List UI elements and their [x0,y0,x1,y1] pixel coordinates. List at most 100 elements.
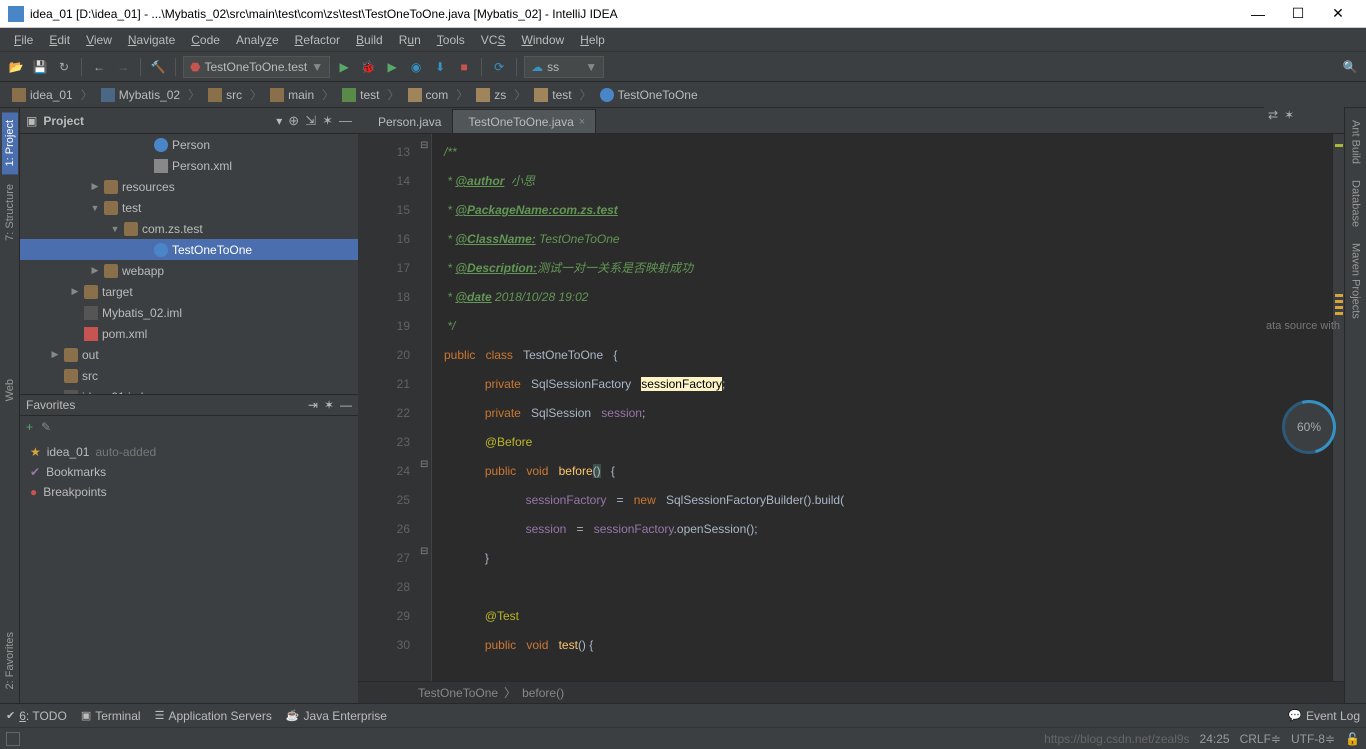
fav-add-icon[interactable]: + [26,420,33,434]
crumb-com[interactable]: com [402,86,455,104]
save-icon[interactable]: 💾 [30,57,50,77]
tool-terminal[interactable]: ▣ Terminal [81,709,141,723]
run-icon[interactable]: ▶ [334,57,354,77]
code-content[interactable]: /** * @author 小思 * @PackageName:com.zs.t… [432,134,1332,681]
tree-item[interactable]: Mybatis_02.iml [20,302,358,323]
fold-gutter[interactable]: ⊟ ⊟ ⊟ [418,134,432,681]
project-tree[interactable]: PersonPerson.xml▶resources▼test▼com.zs.t… [20,134,358,394]
minimize-button[interactable]: — [1238,6,1278,22]
forward-icon[interactable]: → [113,57,133,77]
status-indicator-icon[interactable] [6,732,20,746]
menu-help[interactable]: Help [572,31,613,49]
memory-gauge[interactable]: 60% [1282,400,1336,454]
tree-item[interactable]: ▶target [20,281,358,302]
tab-maven[interactable]: Maven Projects [1348,235,1364,327]
fav-idea01[interactable]: ★idea_01 auto-added [20,442,358,462]
coverage-icon[interactable]: ▶ [382,57,402,77]
tree-item[interactable]: ▶webapp [20,260,358,281]
menu-window[interactable]: Window [513,31,572,49]
tree-item[interactable]: TestOneToOne [20,239,358,260]
build-icon[interactable]: 🔨 [148,57,168,77]
crumb-test[interactable]: test [336,86,385,104]
settings-icon[interactable]: ✶ [322,113,333,129]
tool-todo[interactable]: ✔6: TODO [6,709,67,723]
fold-marker[interactable]: ⊟ [420,140,428,151]
back-icon[interactable]: ← [89,57,109,77]
menu-tools[interactable]: Tools [429,31,473,49]
intention-icon[interactable]: ⇄ [1268,108,1278,122]
vcs-icon[interactable]: ⟳ [489,57,509,77]
tree-item[interactable]: Person.xml [20,155,358,176]
bc-class[interactable]: TestOneToOne [418,686,498,700]
crumb-zs[interactable]: zs [470,86,512,104]
bc-method[interactable]: before() [522,686,564,700]
attach-icon[interactable]: ⬇ [430,57,450,77]
tool-appservers[interactable]: ☰ Application Servers [155,709,272,723]
menu-run[interactable]: Run [391,31,429,49]
encoding[interactable]: UTF-8≑ [1291,732,1335,746]
project-scope-icon[interactable]: ▣ [26,114,37,128]
tab-structure[interactable]: 7: Structure [2,176,18,249]
refresh-icon[interactable]: ↻ [54,57,74,77]
maximize-button[interactable]: ☐ [1278,5,1318,22]
run-config-combo[interactable]: ⬣ TestOneToOne.test ▼ [183,56,330,78]
tab-testonetone[interactable]: TestOneToOne.java× [452,109,596,133]
tree-item[interactable]: idea_01.iml [20,386,358,394]
tree-item[interactable]: ▶resources [20,176,358,197]
tool-javaee[interactable]: ☕ Java Enterprise [286,709,387,723]
crumb-class[interactable]: TestOneToOne [594,86,704,104]
menu-refactor[interactable]: Refactor [287,31,348,49]
tree-item[interactable]: pom.xml [20,323,358,344]
tab-web[interactable]: Web [2,371,18,409]
tab-database[interactable]: Database [1348,172,1364,235]
fav-settings-icon[interactable]: ✶ [324,398,334,412]
fold-marker[interactable]: ⊟ [420,546,428,557]
line-separator[interactable]: CRLF≑ [1240,732,1281,746]
tree-item[interactable]: ▼com.zs.test [20,218,358,239]
readonly-icon[interactable]: 🔓 [1345,732,1360,746]
tab-person[interactable]: Person.java [362,109,452,133]
locate-icon[interactable]: ⊕ [288,113,299,129]
ss-combo[interactable]: ☁ ss ▼ [524,56,604,78]
crumb-main[interactable]: main [264,86,320,104]
menu-edit[interactable]: Edit [41,31,78,49]
fold-marker[interactable]: ⊟ [420,459,428,470]
menu-file[interactable]: File [6,31,41,49]
menu-analyze[interactable]: Analyze [228,31,287,49]
tab-ant[interactable]: Ant Build [1348,112,1364,172]
close-tab-icon[interactable]: × [579,116,585,128]
stop-icon[interactable]: ■ [454,57,474,77]
crumb-idea01[interactable]: idea_01 [6,86,79,104]
search-icon[interactable]: 🔍 [1340,57,1360,77]
tab-project[interactable]: 1: Project [2,112,18,174]
fav-breakpoints[interactable]: ●Breakpoints [20,482,358,502]
tree-item[interactable]: src [20,365,358,386]
collapse-icon[interactable]: ⇲ [305,113,316,129]
menu-vcs[interactable]: VCS [473,31,514,49]
menu-navigate[interactable]: Navigate [120,31,183,49]
profile-icon[interactable]: ◉ [406,57,426,77]
open-icon[interactable]: 📂 [6,57,26,77]
close-button[interactable]: ✕ [1318,5,1358,22]
fav-locate-icon[interactable]: ⇥ [308,398,318,412]
event-log[interactable]: 💬 Event Log [1288,709,1360,723]
crumb-testpkg[interactable]: test [528,86,577,104]
gear-icon[interactable]: ✶ [1284,108,1294,122]
hide-icon[interactable]: — [339,113,352,128]
tree-item[interactable]: ▶out [20,344,358,365]
menu-code[interactable]: Code [183,31,228,49]
menu-build[interactable]: Build [348,31,391,49]
tree-item[interactable]: ▼test [20,197,358,218]
editor-body[interactable]: 1314151617181920▶21222324252627282930▶ ⊟… [358,134,1344,681]
fav-remove-icon[interactable]: ✎ [41,420,51,434]
fav-bookmarks[interactable]: ✔Bookmarks [20,462,358,482]
crumb-mybatis02[interactable]: Mybatis_02 [95,86,186,104]
project-view-combo[interactable]: ▾ [276,114,282,128]
debug-icon[interactable]: 🐞 [358,57,378,77]
crumb-src[interactable]: src [202,86,248,104]
tree-item[interactable]: Person [20,134,358,155]
tab-favorites[interactable]: 2: Favorites [2,624,18,697]
scroll-map[interactable] [1332,134,1344,681]
menu-view[interactable]: View [78,31,120,49]
cursor-position[interactable]: 24:25 [1200,732,1230,746]
